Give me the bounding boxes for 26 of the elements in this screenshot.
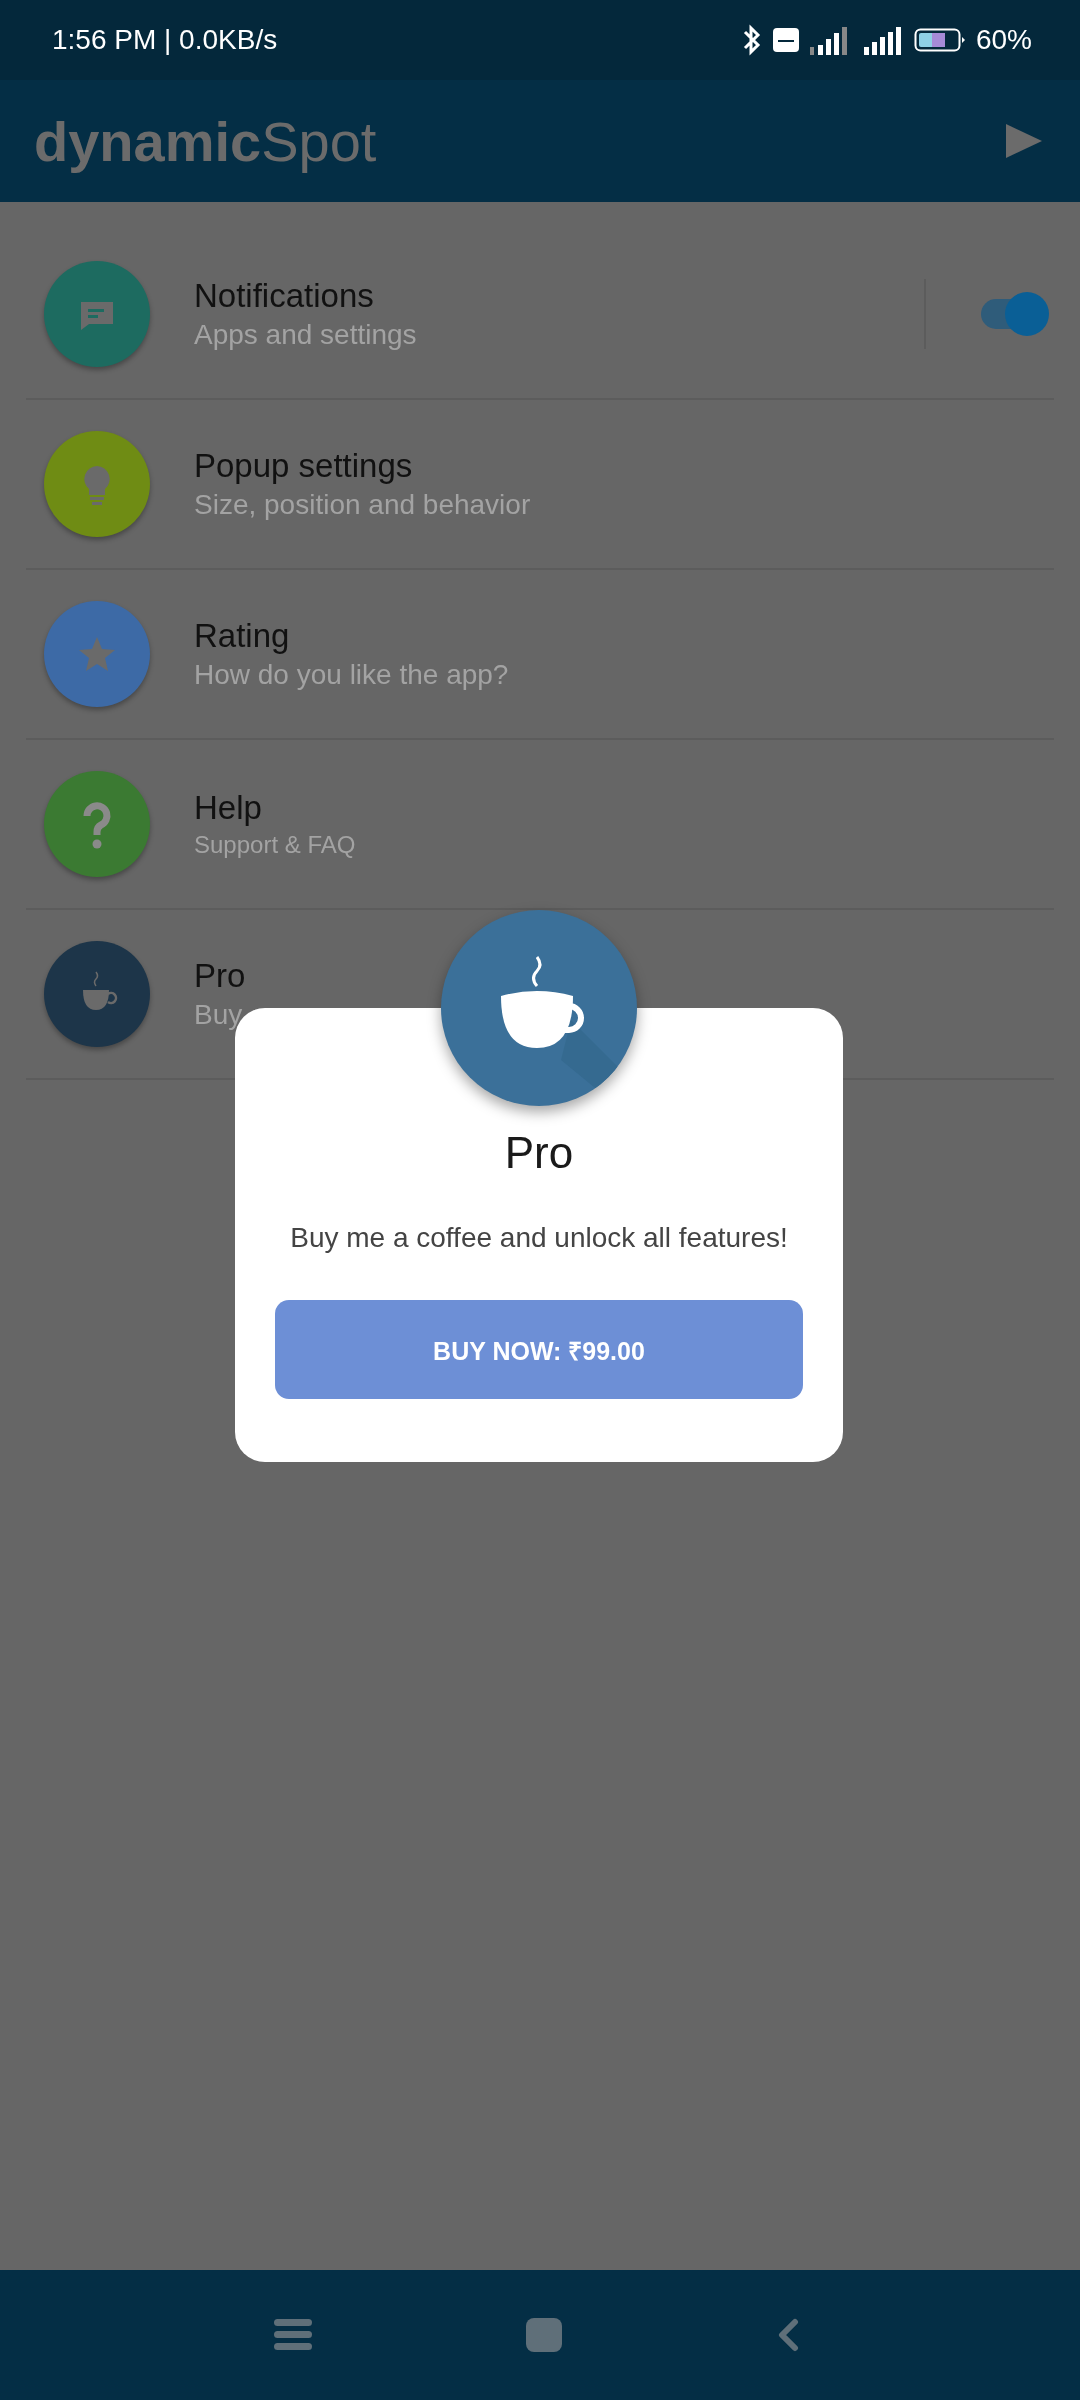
dialog-title: Pro bbox=[504, 1128, 574, 1178]
item-subtitle: Size, position and behavior bbox=[194, 489, 532, 521]
app-title: dynamicSpot bbox=[34, 108, 377, 174]
battery-percentage: 60% bbox=[975, 24, 1032, 56]
item-title: Help bbox=[194, 789, 263, 827]
item-subtitle: Buy bbox=[194, 999, 244, 1031]
home-icon[interactable] bbox=[525, 2317, 563, 2353]
item-title: Popup settings bbox=[194, 447, 414, 485]
item-title: Rating bbox=[194, 617, 291, 655]
menu-icon[interactable] bbox=[274, 2319, 312, 2351]
item-title: Notifications bbox=[194, 277, 375, 315]
menu-item[interactable]: Rating How do you like the app? bbox=[26, 570, 1054, 740]
item-subtitle: How do you like the app? bbox=[194, 659, 510, 691]
battery-icon bbox=[913, 27, 966, 53]
buy-now-button[interactable]: BUY NOW: ₹99.00 bbox=[275, 1300, 803, 1399]
menu-item[interactable]: Popup settings Size, position and behavior bbox=[26, 400, 1054, 570]
item-subtitle: Support & FAQ bbox=[194, 831, 357, 859]
play-icon[interactable] bbox=[1004, 122, 1044, 160]
dialog-message: Buy me a coffee and unlock all features! bbox=[290, 1222, 788, 1254]
bluetooth-icon bbox=[741, 23, 762, 57]
status-time: 1:56 PM | 0.0KB/s bbox=[52, 24, 278, 56]
item-title: Pro bbox=[194, 957, 247, 995]
menu-item[interactable]: Notifications Apps and settings bbox=[26, 230, 1054, 400]
back-icon[interactable] bbox=[776, 2318, 800, 2352]
menu-item[interactable]: Help Support & FAQ bbox=[26, 740, 1054, 910]
item-subtitle: Apps and settings bbox=[194, 319, 418, 351]
